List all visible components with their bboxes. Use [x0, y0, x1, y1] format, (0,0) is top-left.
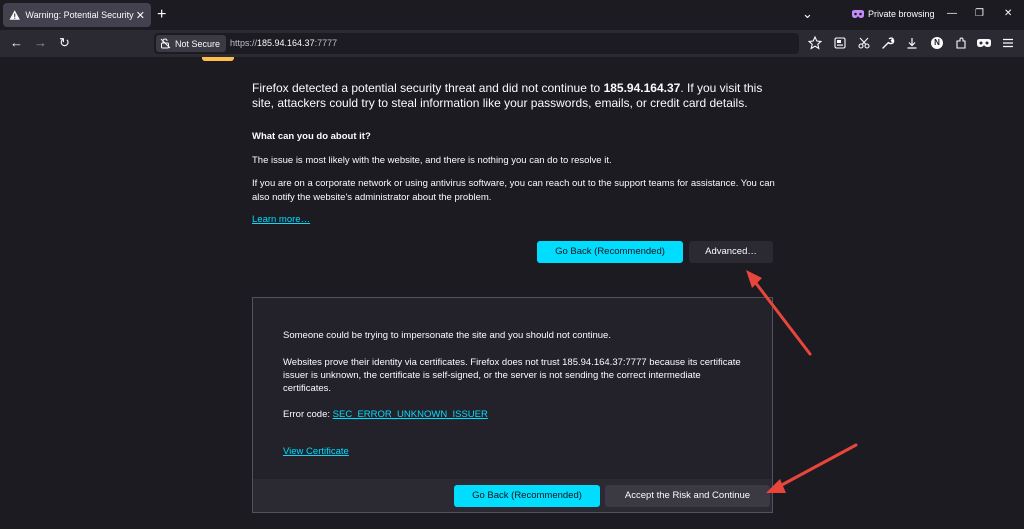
not-secure-indicator[interactable]: Not Secure [156, 35, 226, 52]
tab-bar: Warning: Potential Security Risk Ahead ✕… [0, 0, 1024, 30]
forward-button[interactable]: → [34, 36, 47, 50]
private-mask-icon [852, 10, 864, 18]
wrench-tools-icon[interactable] [881, 36, 895, 50]
not-secure-label: Not Secure [175, 38, 221, 49]
reload-button[interactable]: ↻ [59, 36, 70, 50]
url-host: 185.94.164.37 [257, 38, 315, 48]
tab-close-icon[interactable]: ✕ [136, 9, 145, 22]
intro-paragraph: Firefox detected a potential security th… [252, 81, 782, 111]
extensions-puzzle-icon[interactable] [954, 36, 968, 50]
address-bar[interactable]: Not Secure https://185.94.164.37:7777 [154, 33, 799, 54]
error-code-label: Error code: [283, 409, 333, 420]
advanced-go-back-button[interactable]: Go Back (Recommended) [454, 485, 600, 507]
list-all-tabs-icon[interactable]: ⌄ [802, 6, 813, 22]
warning-accent-bar [202, 57, 234, 61]
annotation-arrow-advanced [746, 270, 812, 356]
private-browsing-indicator: Private browsing [852, 9, 935, 19]
url-scheme: https:// [230, 38, 258, 48]
advanced-button[interactable]: Advanced… [689, 241, 773, 263]
error-code-link[interactable]: SEC_ERROR_UNKNOWN_ISSUER [333, 409, 488, 420]
close-window-button[interactable]: ✕ [1004, 8, 1012, 19]
restore-button[interactable]: ❐ [975, 8, 984, 19]
learn-more-link[interactable]: Learn more… [252, 214, 310, 225]
intro-host: 185.94.164.37 [603, 81, 681, 95]
private-browsing-label: Private browsing [868, 9, 935, 19]
url-text[interactable]: https://185.94.164.37:7777 [230, 38, 337, 48]
minimize-button[interactable]: — [947, 8, 957, 19]
go-back-button[interactable]: Go Back (Recommended) [537, 241, 683, 263]
url-port: :7777 [314, 38, 338, 48]
issue-paragraph: The issue is most likely with the websit… [252, 155, 612, 166]
accept-risk-button[interactable]: Accept the Risk and Continue [605, 485, 770, 507]
view-certificate-link[interactable]: View Certificate [283, 446, 349, 457]
certificate-explanation-paragraph: Websites prove their identity via certif… [283, 357, 741, 394]
navigation-toolbar: ← → ↻ Not Secure https://185.94.164.37:7… [0, 30, 1024, 57]
error-code-line: Error code: SEC_ERROR_UNKNOWN_ISSUER [283, 408, 743, 421]
corporate-network-paragraph: If you are on a corporate network or usi… [252, 178, 775, 203]
account-avatar[interactable]: N [931, 37, 943, 49]
screenshot-icon[interactable] [857, 36, 871, 50]
advanced-panel: Someone could be trying to impersonate t… [252, 297, 773, 513]
tab-title: Warning: Potential Security Risk Ahead [25, 10, 134, 20]
new-tab-button[interactable]: + [157, 6, 166, 24]
intro-prefix: Firefox detected a potential security th… [252, 81, 604, 95]
private-mask-toolbar-icon[interactable] [977, 39, 991, 47]
save-to-pocket-icon[interactable] [833, 36, 847, 50]
annotation-arrow-accept [766, 443, 858, 493]
downloads-icon[interactable] [905, 36, 919, 50]
bookmark-star-icon[interactable] [808, 36, 822, 50]
advanced-panel-footer: Go Back (Recommended) Accept the Risk an… [253, 479, 772, 512]
back-button[interactable]: ← [10, 36, 23, 50]
warning-icon [9, 10, 20, 20]
impersonate-paragraph: Someone could be trying to impersonate t… [283, 330, 611, 341]
broken-lock-icon [160, 38, 171, 49]
page-content: Firefox detected a potential security th… [0, 57, 1024, 529]
app-menu-icon[interactable] [1001, 36, 1015, 50]
active-tab[interactable]: Warning: Potential Security Risk Ahead ✕ [3, 3, 151, 27]
what-can-you-do-heading: What can you do about it? [252, 131, 371, 142]
